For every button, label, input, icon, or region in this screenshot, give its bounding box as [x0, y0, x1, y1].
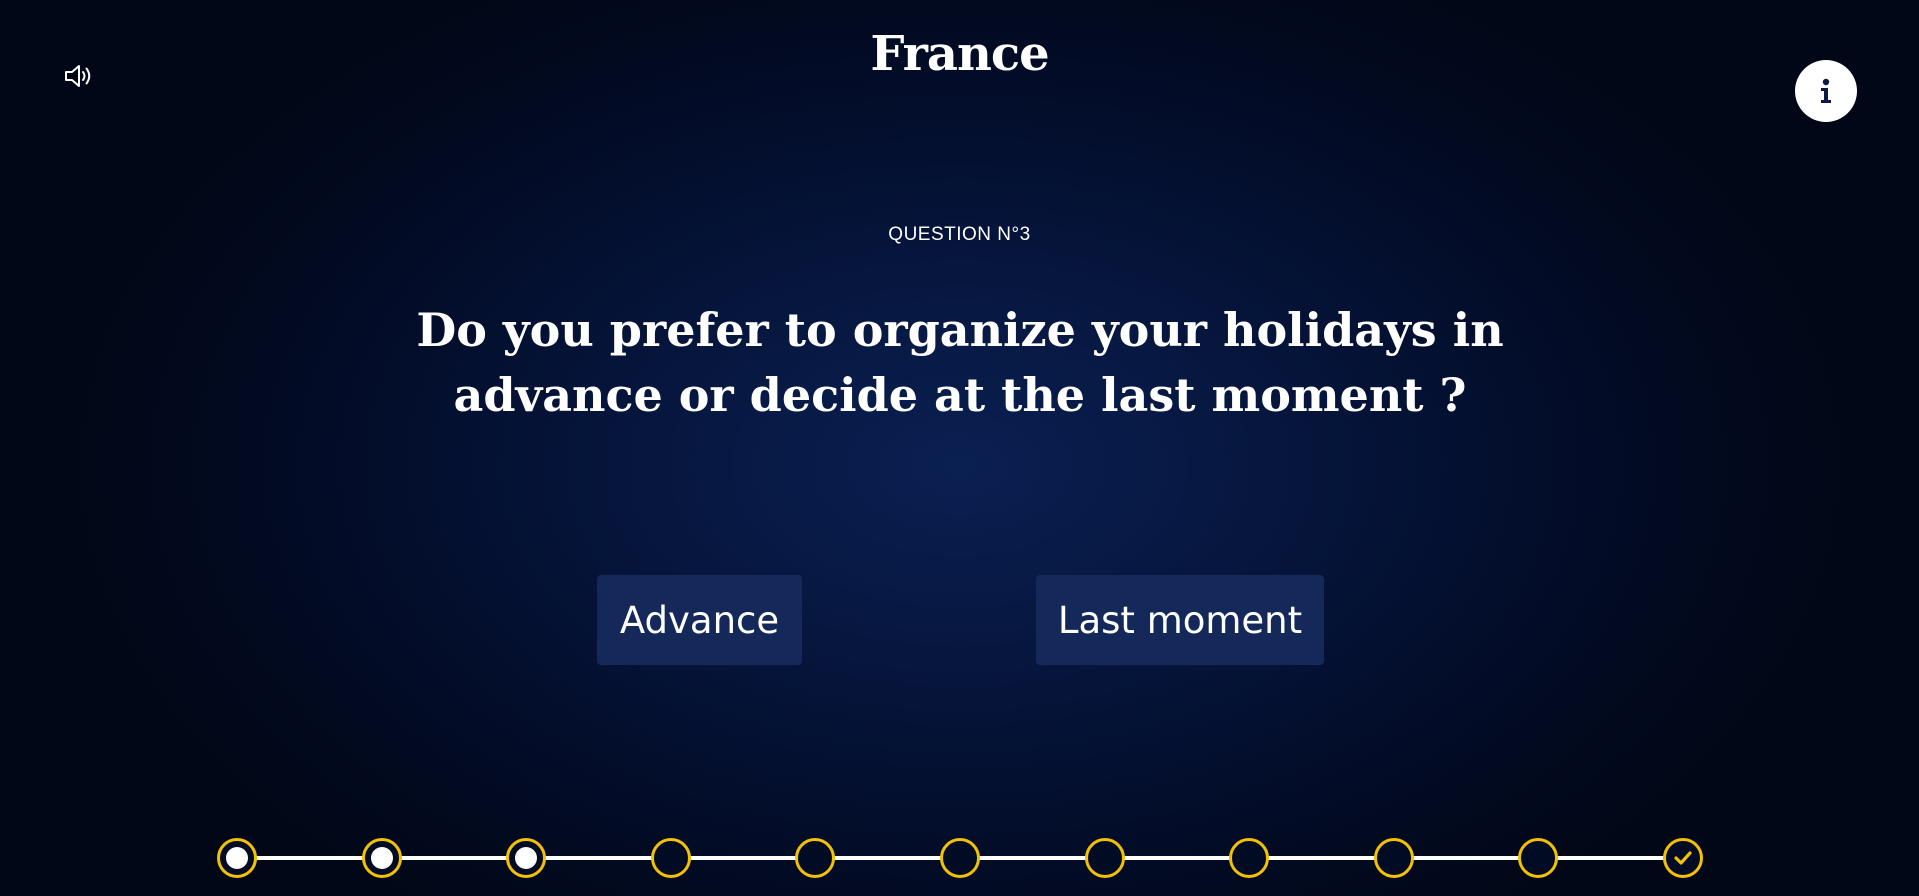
- answer-last-moment-button[interactable]: Last moment: [1036, 575, 1324, 665]
- progress-step-dot: [515, 847, 537, 869]
- progress-step-completed: [362, 838, 402, 878]
- progress-step-dot: [371, 847, 393, 869]
- progress-tracker: [217, 838, 1703, 878]
- answer-advance-button[interactable]: Advance: [597, 575, 802, 665]
- progress-step: [795, 838, 835, 878]
- progress-step: [1374, 838, 1414, 878]
- question-text: Do you prefer to organize your holidays …: [416, 303, 1504, 422]
- progress-step: [1085, 838, 1125, 878]
- progress-step-final: [1663, 838, 1703, 878]
- question-number: QUESTION N°3: [888, 224, 1031, 245]
- progress-step: [1229, 838, 1269, 878]
- progress-step: [940, 838, 980, 878]
- progress-step-completed: [217, 838, 257, 878]
- progress-step: [651, 838, 691, 878]
- progress-step-completed: [506, 838, 546, 878]
- info-icon: [1821, 78, 1831, 103]
- progress-step: [1518, 838, 1558, 878]
- page-title: France: [870, 26, 1049, 82]
- checkmark-icon: [1674, 851, 1692, 865]
- progress-step-dot: [226, 847, 248, 869]
- info-button[interactable]: [1795, 60, 1857, 122]
